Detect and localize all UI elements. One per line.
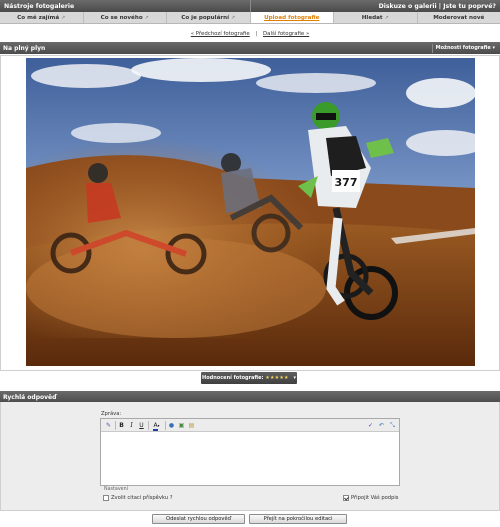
quote-checkbox[interactable] — [103, 495, 109, 501]
quote-checkbox-label: Zvolit citaci příspěvku ? — [111, 495, 173, 501]
tab-label: Co se nového — [100, 15, 143, 21]
format-remove-icon[interactable]: ✎ — [104, 421, 113, 430]
toolbar-separator — [148, 421, 149, 430]
toolbar-separator — [165, 421, 166, 430]
gallery-tabs: Co mě zajímá ↗ Co se nového ↗ Co je populá… — [0, 12, 500, 24]
spellcheck-icon[interactable]: ✓ — [366, 421, 375, 430]
topbar-links: Diskuze o galerii | Jste tu poprvé? — [379, 3, 496, 10]
photo-illustration: 377 — [26, 58, 475, 366]
photo-rating-dropdown[interactable]: Hodnocení fotografie: ★★★★★ ▾ — [201, 372, 297, 384]
font-color-icon[interactable]: A▾ — [150, 421, 163, 431]
caret-down-icon: ▾ — [492, 44, 495, 51]
message-editor: ✎ B I U A▾ ● ▣ ▤ ✓ ↶ ⤡ — [100, 418, 400, 486]
gallery-tools-bar: Nástroje fotogalerie Diskuze o galerii |… — [0, 0, 500, 12]
first-time-link[interactable]: Jste tu poprvé? — [443, 3, 496, 10]
tab-label: Co mě zajímá — [17, 15, 60, 21]
photo-navigation: « Předchozí fotografie | Další fotografi… — [0, 31, 500, 37]
smiley-icon[interactable]: ● — [167, 421, 176, 430]
quote-option[interactable]: Zvolit citaci příspěvku ? — [103, 495, 172, 501]
image-icon[interactable]: ▣ — [177, 421, 186, 430]
underline-icon[interactable]: U — [137, 421, 146, 430]
nav-separator: | — [255, 31, 258, 37]
tab-label: Co je populární — [181, 15, 230, 21]
bold-icon[interactable]: B — [117, 421, 126, 430]
settings-label: Nastavení — [104, 487, 129, 492]
italic-icon[interactable]: I — [127, 421, 136, 430]
send-quick-reply-button[interactable]: Odeslat rychlou odpověď — [152, 514, 245, 524]
arrow-icon: ↗ — [61, 15, 66, 21]
tab-label: Moderovat nové — [433, 15, 485, 21]
tab-whats-new[interactable]: Co se nového ↗ — [84, 12, 167, 23]
photo-options-label: Možnosti fotografie — [435, 44, 491, 51]
rider-number: 377 — [335, 176, 358, 189]
tab-label: Hledat — [361, 15, 383, 21]
rating-stars: ★★★★★ — [265, 375, 289, 381]
message-textarea[interactable] — [103, 434, 397, 483]
arrow-icon: ↗ — [144, 15, 149, 21]
photo-title: Na plný plyn — [3, 44, 46, 52]
toolbar-separator — [115, 421, 116, 430]
signature-checkbox-label: Připojit Váš podpis — [351, 495, 399, 501]
previous-photo-link[interactable]: « Předchozí fotografie — [191, 31, 250, 37]
gallery-discussion-link[interactable]: Diskuze o galerii — [379, 3, 437, 10]
arrow-icon: ↗ — [231, 15, 236, 21]
topbar-divider — [250, 0, 251, 12]
tab-search[interactable]: Hledat ↗ — [334, 12, 418, 23]
signature-checkbox[interactable] — [343, 495, 349, 501]
photo-options-menu[interactable]: Možnosti fotografie ▾ — [431, 43, 498, 53]
tab-upload-photo[interactable]: Upload fotografie — [250, 12, 334, 23]
motocross-photo[interactable]: 377 — [26, 58, 475, 366]
topbar-link-separator: | — [438, 2, 442, 10]
quote-icon[interactable]: ▤ — [187, 421, 196, 430]
next-photo-link[interactable]: Další fotografie » — [263, 31, 309, 37]
gallery-tools-title: Nástroje fotogalerie — [4, 2, 75, 10]
resize-icon[interactable]: ⤡ — [388, 421, 397, 430]
editor-toolbar: ✎ B I U A▾ ● ▣ ▤ ✓ ↶ ⤡ — [101, 419, 399, 432]
signature-option[interactable]: Připojit Váš podpis — [343, 495, 399, 501]
photo-header-bar: Na plný plyn Možnosti fotografie ▾ — [0, 42, 500, 54]
tab-label: Upload fotografie — [264, 15, 320, 21]
rating-label: Hodnocení fotografie: — [202, 375, 264, 381]
tab-moderate-new[interactable]: Moderovat nové — [418, 12, 500, 23]
caret-down-icon: ▾ — [293, 375, 296, 381]
tab-interesting[interactable]: Co mě zajímá ↗ — [0, 12, 84, 23]
quick-reply-title: Rychlá odpověď — [3, 393, 57, 401]
advanced-edit-button[interactable]: Přejít na pokročilou editaci — [249, 514, 347, 524]
arrow-icon: ↗ — [384, 15, 389, 21]
undo-icon[interactable]: ↶ — [377, 421, 386, 430]
message-label: Zpráva: — [101, 411, 122, 417]
tab-popular[interactable]: Co je populární ↗ — [167, 12, 251, 23]
